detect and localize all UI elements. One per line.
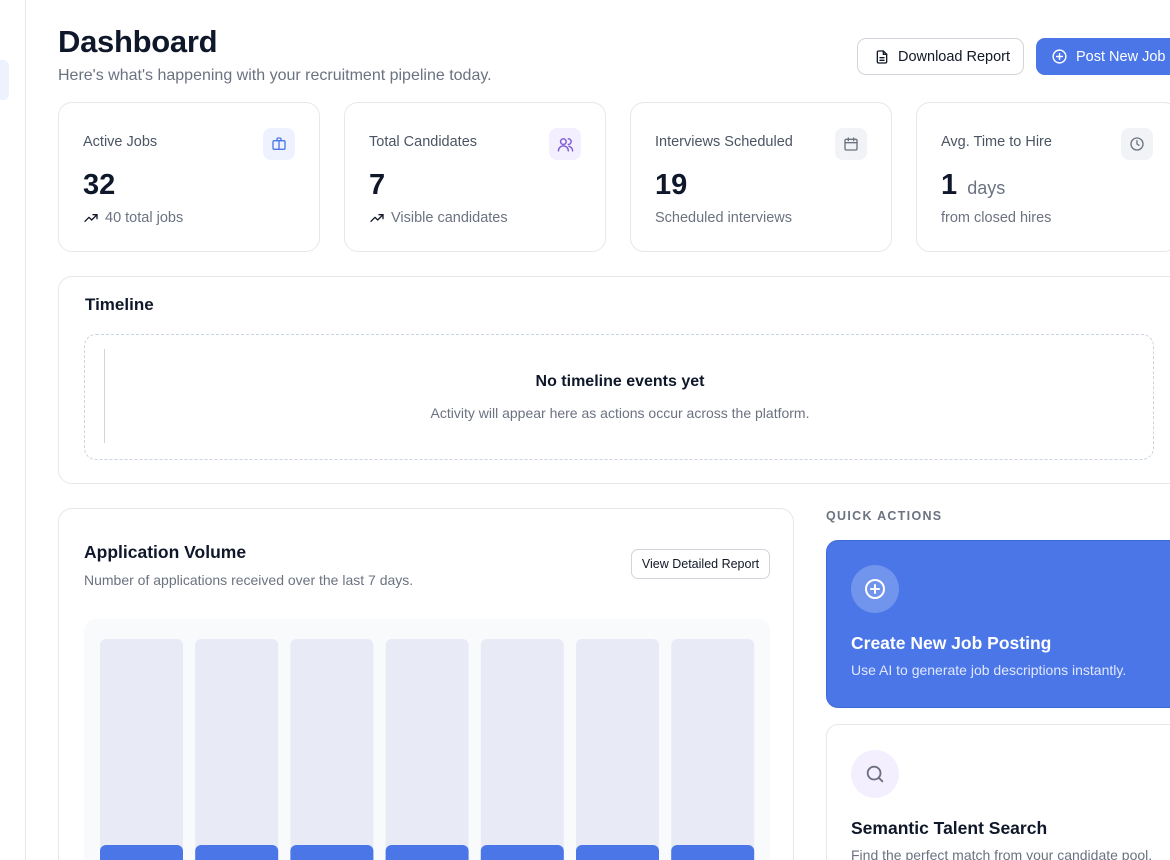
bar[interactable]	[385, 845, 469, 860]
page-title: Dashboard	[58, 24, 218, 59]
stat-sub: 40 total jobs	[83, 210, 183, 226]
bar[interactable]	[290, 845, 374, 860]
timeline-card: Timeline No timeline events yet Activity…	[58, 276, 1170, 484]
quick-actions-heading: QUICK ACTIONS	[826, 509, 943, 523]
bar-track	[100, 639, 183, 860]
stat-sub: Visible candidates	[369, 210, 508, 226]
timeline-empty-sub: Activity will appear here as actions occ…	[430, 405, 810, 421]
bar-track	[576, 639, 659, 860]
stat-value: 1 days	[941, 169, 1006, 201]
view-detailed-report-button[interactable]: View Detailed Report	[631, 549, 770, 579]
quick-action-subtitle: Find the perfect match from your candida…	[851, 847, 1153, 860]
stat-card-interviews-scheduled: Interviews Scheduled 19 Scheduled interv…	[630, 102, 892, 252]
briefcase-icon	[263, 128, 295, 160]
post-new-job-label: Post New Job	[1076, 48, 1166, 65]
stat-value: 19	[655, 169, 688, 201]
bar-track	[290, 639, 374, 860]
application-volume-card: Application Volume Number of application…	[58, 508, 794, 860]
bar-chart	[100, 639, 755, 860]
quick-action-title: Semantic Talent Search	[851, 818, 1048, 838]
post-new-job-button[interactable]: Post New Job	[1036, 38, 1170, 75]
bar[interactable]	[195, 845, 279, 860]
trending-up-icon	[370, 214, 384, 222]
clock-icon	[1121, 128, 1153, 160]
bar[interactable]	[480, 845, 564, 860]
timeline-title: Timeline	[85, 295, 154, 314]
bar[interactable]	[100, 845, 183, 860]
chart-title: Application Volume	[84, 542, 247, 562]
quick-action-subtitle: Use AI to generate job descriptions inst…	[851, 662, 1127, 678]
download-report-label: Download Report	[898, 48, 1011, 65]
stat-card-active-jobs: Active Jobs 32 40 total jobs	[58, 102, 320, 252]
plus-circle-icon	[851, 565, 899, 613]
stat-card-avg-time-to-hire: Avg. Time to Hire 1 days from closed hir…	[916, 102, 1170, 252]
bar-track	[385, 639, 469, 860]
chart-area	[84, 619, 770, 860]
download-report-button[interactable]: Download Report	[857, 38, 1024, 75]
stat-card-total-candidates: Total Candidates 7 Visible candidates	[344, 102, 606, 252]
stat-value: 7	[369, 169, 386, 201]
stat-sub: from closed hires	[941, 210, 1052, 226]
semantic-talent-search-card[interactable]: Semantic Talent Search Find the perfect …	[826, 724, 1170, 860]
page-subtitle: Here's what's happening with your recrui…	[58, 67, 492, 84]
sidebar	[0, 0, 26, 860]
main-content: Dashboard Here's what's happening with y…	[58, 0, 1170, 860]
users-icon	[549, 128, 581, 160]
stat-label: Active Jobs	[83, 134, 158, 150]
calendar-icon	[835, 128, 867, 160]
search-icon	[851, 750, 899, 798]
stat-label: Total Candidates	[369, 134, 478, 150]
bar-track	[195, 639, 279, 860]
stat-label: Avg. Time to Hire	[941, 134, 1052, 150]
plus-circle-icon	[1052, 49, 1067, 64]
sidebar-active-indicator[interactable]	[0, 60, 9, 100]
trending-up-icon	[84, 214, 98, 222]
bar[interactable]	[576, 845, 659, 860]
stat-value: 32	[83, 169, 116, 201]
stat-sub: Scheduled interviews	[655, 210, 793, 226]
quick-action-title: Create New Job Posting	[851, 633, 1052, 653]
create-job-posting-card[interactable]: Create New Job Posting Use AI to generat…	[826, 540, 1170, 708]
bar[interactable]	[671, 845, 755, 860]
stat-label: Interviews Scheduled	[655, 134, 793, 150]
timeline-empty-state: No timeline events yet Activity will app…	[84, 334, 1154, 460]
bar-track	[480, 639, 564, 860]
timeline-empty-title: No timeline events yet	[535, 373, 705, 390]
chart-subtitle: Number of applications received over the…	[84, 572, 414, 588]
document-icon	[876, 49, 888, 64]
bar-track	[671, 639, 755, 860]
timeline-line	[104, 349, 105, 443]
